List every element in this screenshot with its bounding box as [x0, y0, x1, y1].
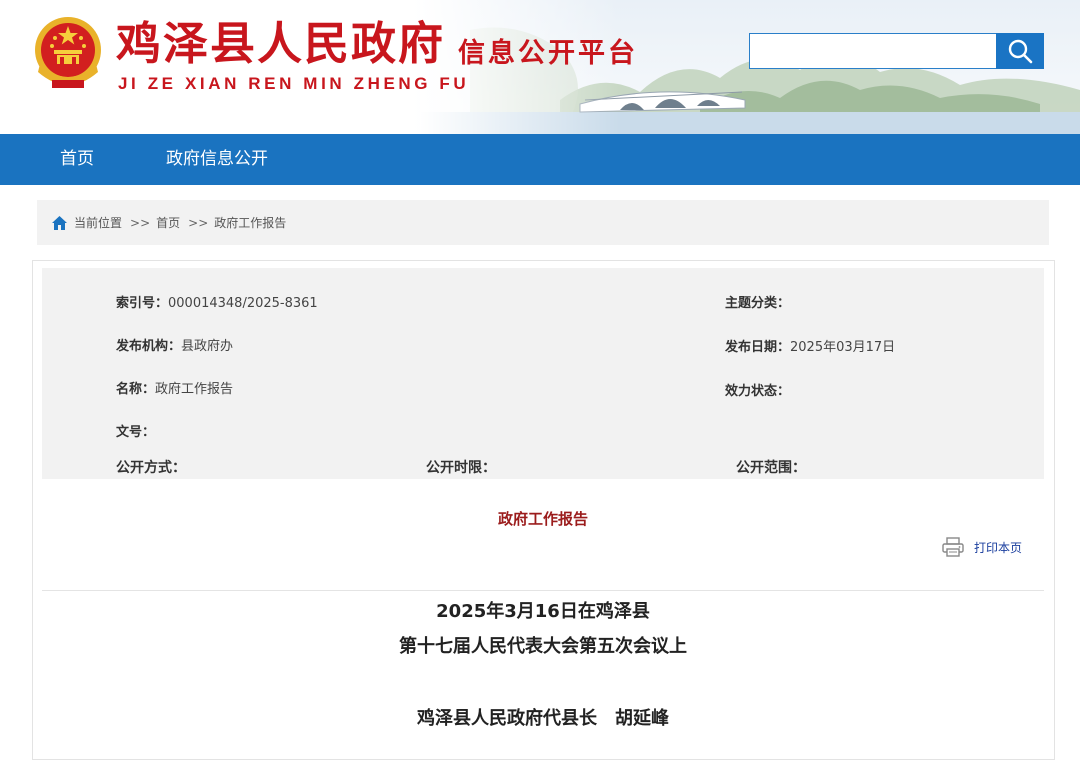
meta-date: 发布日期：2025年03月17日: [725, 336, 895, 355]
report-line-date: 2025年3月16日在鸡泽县: [436, 601, 650, 622]
meta-date-value: 2025年03月17日: [790, 340, 896, 355]
site-subtitle: 信息公开平台: [458, 38, 638, 69]
meta-agency-label: 发布机构：: [116, 339, 182, 354]
meta-name: 名称：政府工作报告: [116, 378, 233, 397]
home-icon: [51, 215, 68, 231]
breadcrumb-separator: >>: [188, 215, 209, 230]
meta-name-value: 政府工作报告: [155, 382, 234, 397]
meta-period-label: 公开时限：: [426, 460, 496, 476]
site-header: 鸡泽县人民政府 JI ZE XIAN REN MIN ZHENG FU 信息公开…: [0, 0, 1080, 134]
meta-index-label: 索引号：: [116, 296, 169, 311]
meta-mode: 公开方式：: [116, 457, 186, 477]
printer-icon: [942, 537, 964, 557]
meta-status-label: 效力状态：: [725, 384, 791, 399]
meta-date-label: 发布日期：: [725, 340, 791, 355]
report-line-speaker: 鸡泽县人民政府代县长 胡延峰: [417, 708, 669, 729]
meta-index-value: 000014348/2025-8361: [168, 296, 318, 311]
meta-scope: 公开范围：: [736, 457, 806, 477]
meta-topic-label: 主题分类：: [725, 296, 791, 311]
report-line-meeting: 第十七届人民代表大会第五次会议上: [399, 636, 687, 657]
breadcrumb: 当前位置 >> 首页 >> 政府工作报告: [37, 200, 1049, 245]
national-emblem-icon: [35, 17, 101, 88]
meta-period: 公开时限：: [426, 457, 496, 477]
meta-index: 索引号：000014348/2025-8361: [116, 292, 318, 311]
content-divider: [42, 590, 1044, 591]
print-page-button[interactable]: 打印本页: [942, 537, 1022, 557]
site-title: 鸡泽县人民政府: [116, 17, 446, 70]
meta-status: 效力状态：: [725, 380, 790, 399]
meta-docno-label: 文号：: [116, 425, 156, 440]
nav-item-gov-info-open[interactable]: 政府信息公开: [166, 134, 268, 185]
main-nav: 首页 政府信息公开: [0, 134, 1080, 185]
meta-mode-label: 公开方式：: [116, 460, 186, 476]
meta-agency-value: 县政府办: [181, 339, 234, 354]
document-metadata: 索引号：000014348/2025-8361 主题分类： 发布机构：县政府办 …: [42, 268, 1044, 479]
document-title: 政府工作报告: [497, 510, 588, 528]
meta-name-label: 名称：: [116, 382, 156, 397]
meta-docno: 文号：: [116, 421, 155, 440]
breadcrumb-item-report[interactable]: 政府工作报告: [214, 214, 286, 231]
search-icon: [1008, 39, 1033, 64]
nav-item-home[interactable]: 首页: [60, 134, 94, 185]
meta-topic: 主题分类：: [725, 292, 790, 311]
breadcrumb-item-home[interactable]: 首页: [156, 214, 180, 231]
search-input[interactable]: [749, 33, 997, 69]
meta-scope-label: 公开范围：: [736, 460, 806, 476]
meta-agency: 发布机构：县政府办: [116, 335, 233, 354]
print-page-label: 打印本页: [974, 540, 1023, 555]
search-button[interactable]: [996, 33, 1044, 69]
breadcrumb-label: 当前位置: [74, 216, 123, 230]
site-title-pinyin: JI ZE XIAN REN MIN ZHENG FU: [118, 74, 470, 93]
breadcrumb-separator: >>: [130, 215, 151, 230]
